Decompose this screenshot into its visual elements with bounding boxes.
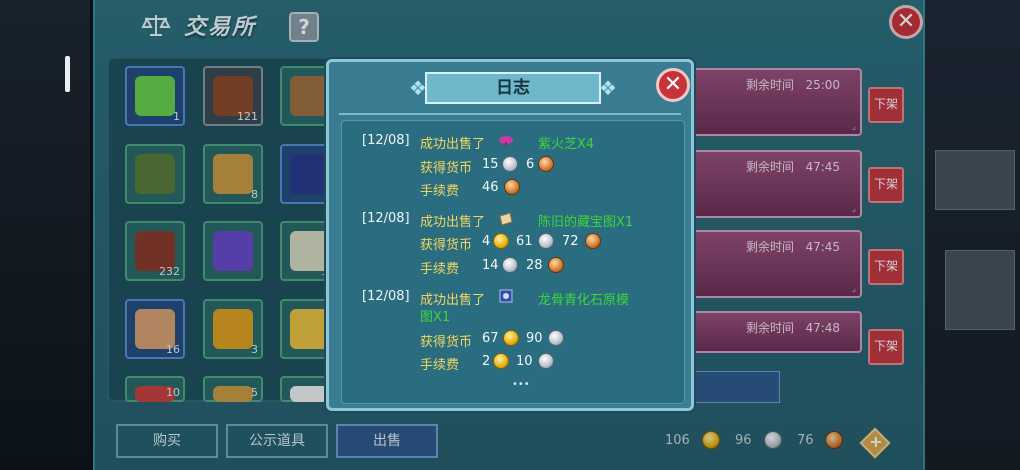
rune-stone-icon <box>499 289 513 303</box>
silver-coin-icon <box>538 233 554 249</box>
earn-label: 获得货币 <box>420 238 473 253</box>
ornament-right-icon: ❖ <box>599 76 617 100</box>
log-date: [12/08] <box>362 289 410 304</box>
scenery-block <box>945 250 1015 330</box>
earn-label: 获得货币 <box>420 335 473 350</box>
fee-bronze: 46 <box>482 180 499 195</box>
scroll-handle[interactable] <box>65 56 70 92</box>
gold-coin-icon <box>493 353 509 369</box>
silver-coin-icon <box>502 156 518 172</box>
earn-silver: 61 <box>516 234 533 249</box>
right-backdrop <box>925 0 1020 470</box>
log-item-name: 陈旧的藏宝图X1 <box>538 215 634 230</box>
log-title: 日志 <box>425 72 601 104</box>
mushroom-icon <box>499 136 513 147</box>
earn-gold: 67 <box>482 331 499 346</box>
scenery-block <box>935 150 1015 210</box>
log-date: [12/08] <box>362 211 410 226</box>
more-indicator: ••• <box>512 379 530 390</box>
gold-coin-icon <box>503 330 519 346</box>
divider <box>339 113 681 115</box>
left-backdrop <box>0 0 90 470</box>
bronze-coin-icon <box>538 156 554 172</box>
earn-gold: 4 <box>482 234 491 249</box>
silver-coin-icon <box>548 330 564 346</box>
log-item-name: 龙骨青化石原模 <box>538 293 630 308</box>
earn-silver: 15 <box>482 157 499 172</box>
scroll-map-icon <box>499 212 513 226</box>
log-dialog: ❖ 日志 ❖ ✕ [12/08] 成功出售了 紫火芝X4 获得货币 15 6 手… <box>326 59 694 411</box>
log-list[interactable]: [12/08] 成功出售了 紫火芝X4 获得货币 15 6 手续费 46 [12… <box>341 120 685 404</box>
log-action: 成功出售了 <box>420 137 486 152</box>
log-item-name-cont: 图X1 <box>420 310 451 325</box>
fee-label: 手续费 <box>420 262 460 277</box>
earn-bronze: 72 <box>562 234 579 249</box>
log-action: 成功出售了 <box>420 215 486 230</box>
bronze-coin-icon <box>585 233 601 249</box>
fee-silver: 14 <box>482 258 499 273</box>
fee-label: 手续费 <box>420 184 460 199</box>
silver-coin-icon <box>538 353 554 369</box>
earn-label: 获得货币 <box>420 161 473 176</box>
close-log-button[interactable]: ✕ <box>656 68 690 102</box>
silver-coin-icon <box>502 257 518 273</box>
gold-coin-icon <box>493 233 509 249</box>
fee-silver: 10 <box>516 354 533 369</box>
fee-label: 手续费 <box>420 358 460 373</box>
log-date: [12/08] <box>362 133 410 148</box>
fee-bronze: 28 <box>526 258 543 273</box>
earn-bronze: 6 <box>526 157 535 172</box>
earn-silver: 90 <box>526 331 543 346</box>
log-item-name: 紫火芝X4 <box>538 137 595 152</box>
fee-gold: 2 <box>482 354 491 369</box>
bronze-coin-icon <box>504 179 520 195</box>
bronze-coin-icon <box>548 257 564 273</box>
